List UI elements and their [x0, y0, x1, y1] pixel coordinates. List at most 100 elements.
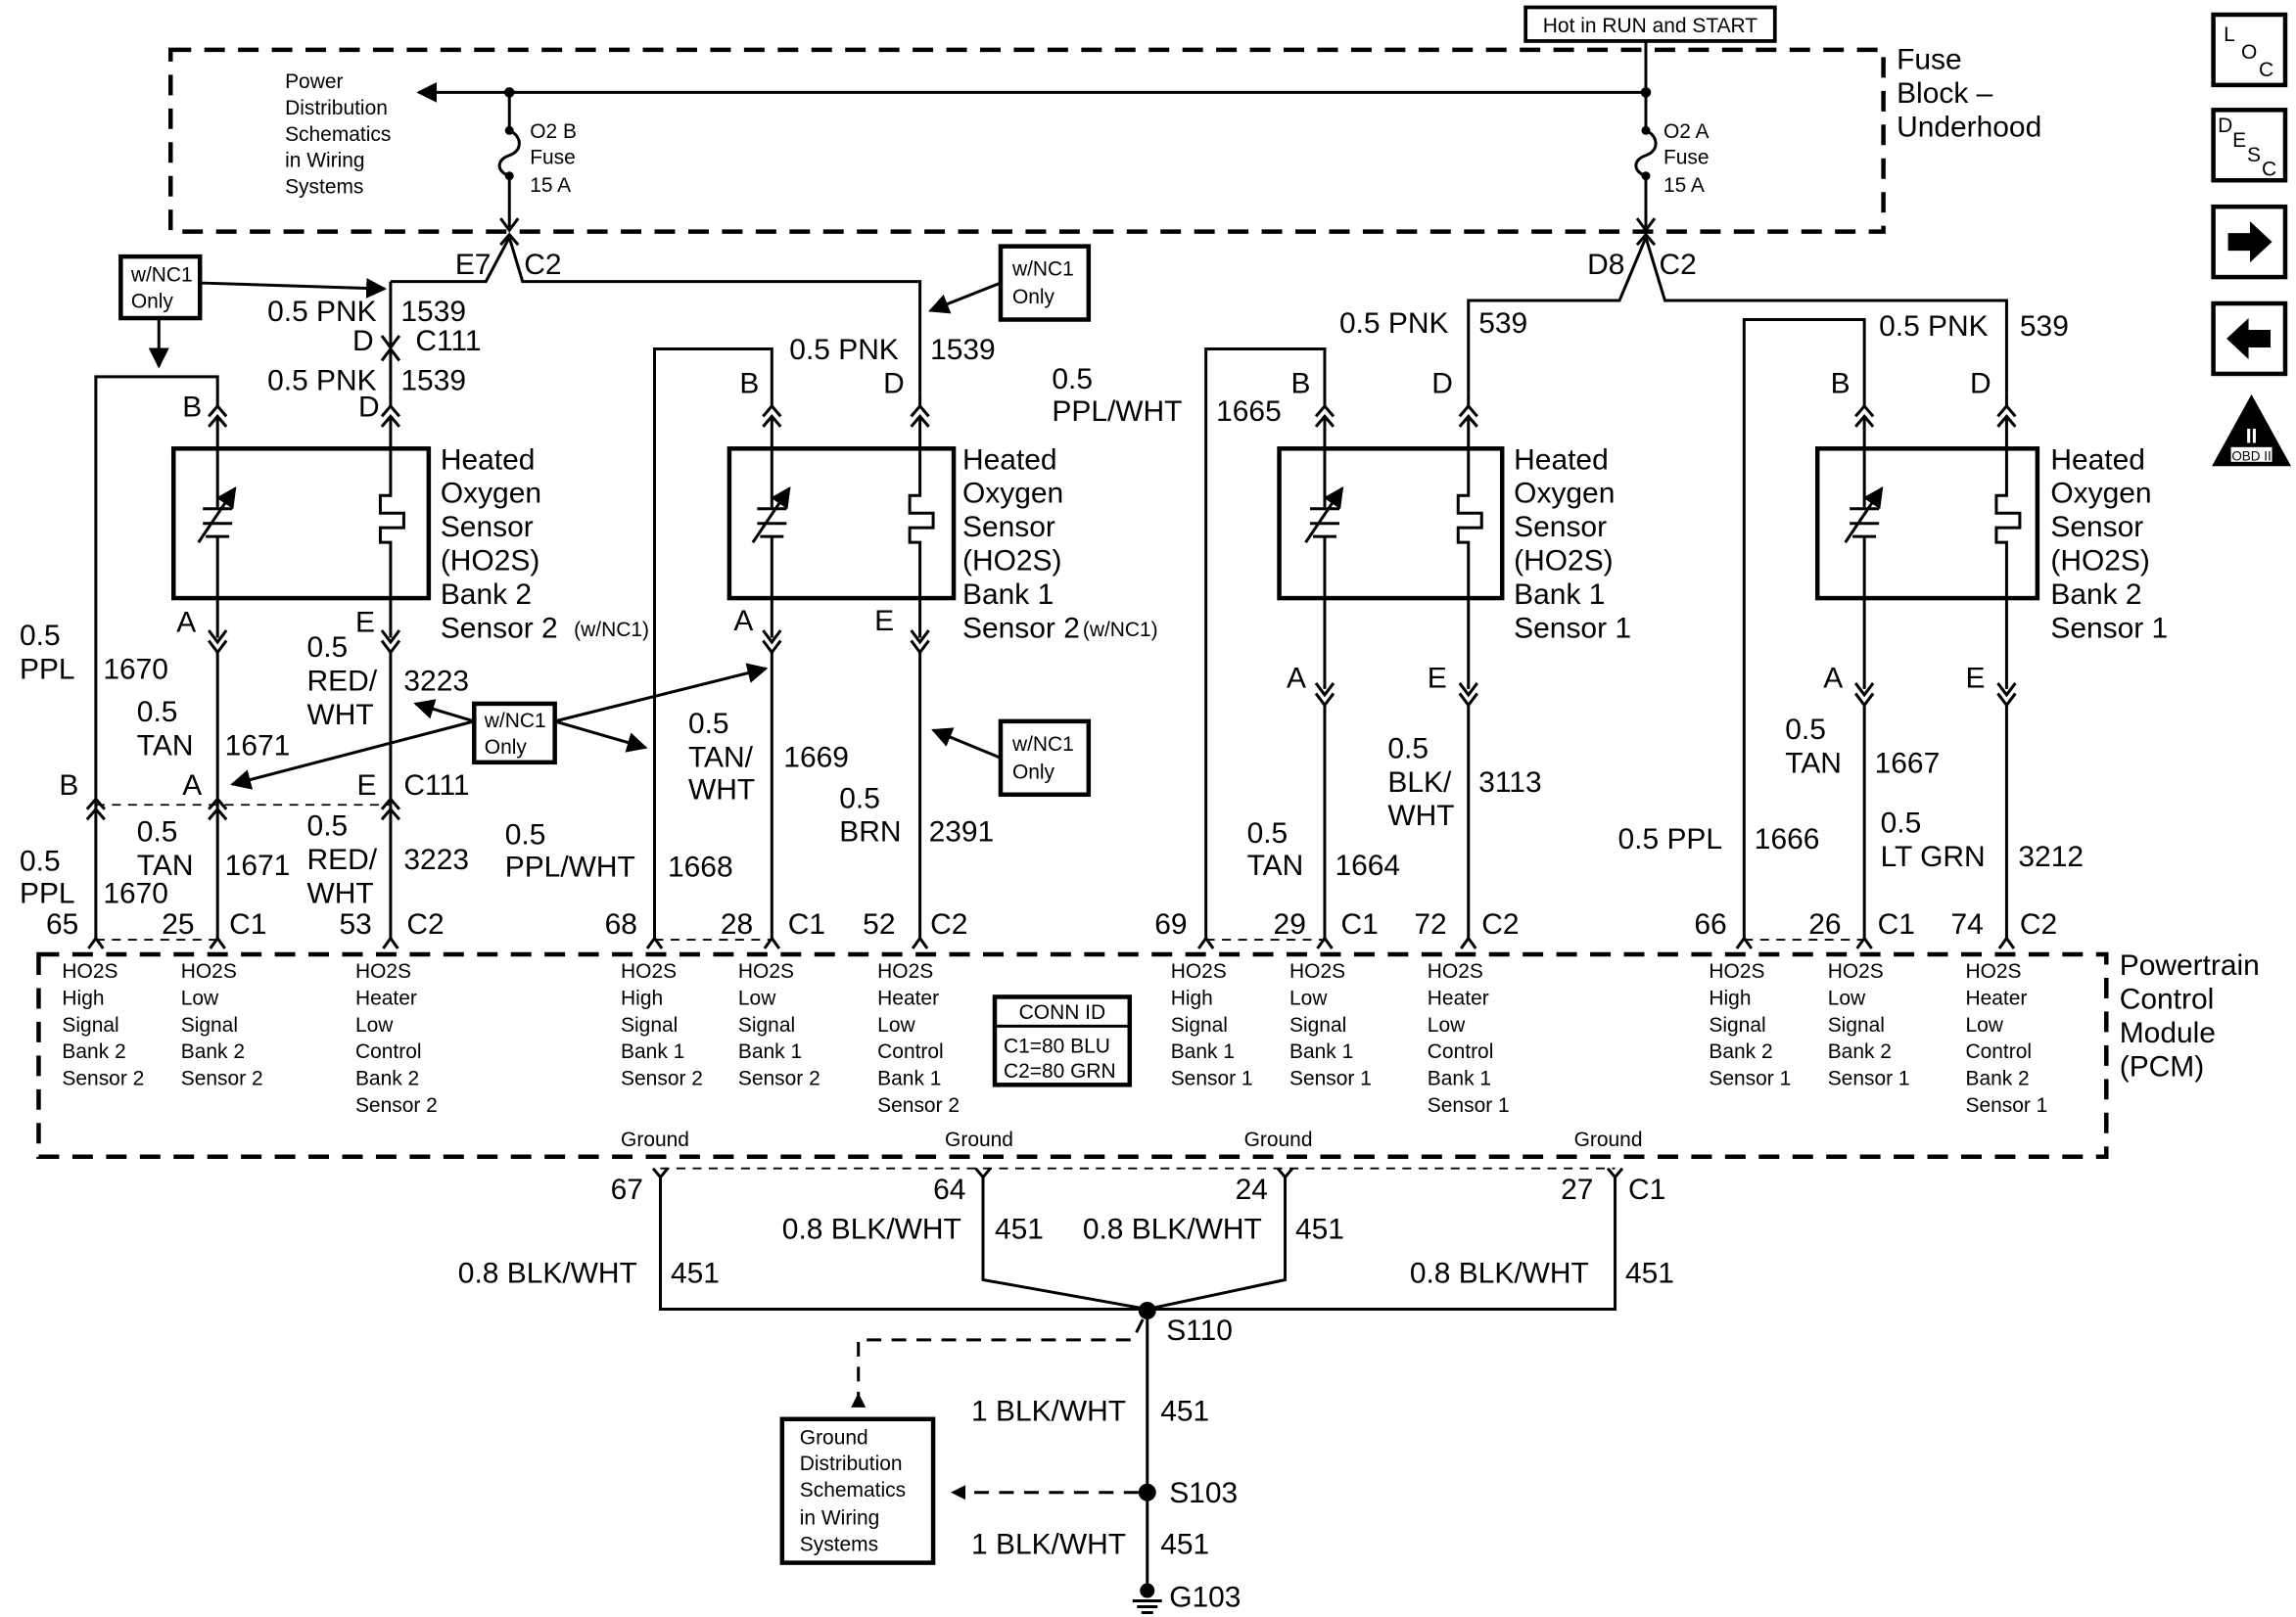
- svg-text:0.8 BLK/WHT: 0.8 BLK/WHT: [782, 1214, 961, 1246]
- svg-text:451: 451: [1160, 1529, 1209, 1561]
- svg-text:Ground: Ground: [1244, 1129, 1313, 1151]
- svg-text:C2: C2: [406, 908, 444, 941]
- pcm-label: Powertrain Control Module (PCM): [2120, 949, 2268, 1083]
- svg-text:B: B: [1291, 367, 1311, 399]
- next-page-button[interactable]: [2211, 204, 2288, 280]
- svg-text:539: 539: [1478, 307, 1527, 340]
- svg-text:C2: C2: [2020, 908, 2057, 941]
- svg-text:1664: 1664: [1335, 850, 1400, 882]
- svg-text:65: 65: [46, 908, 78, 941]
- note-wnc1-topmid: w/NC1 Only: [928, 244, 1092, 322]
- svg-text:25: 25: [162, 908, 194, 941]
- svg-text:A: A: [182, 769, 202, 802]
- pcm-function-label: HO2S Low Signal Bank 2 Sensor 2: [181, 960, 263, 1090]
- pcm-function-label: HO2S High Signal Bank 1 Sensor 2: [621, 960, 703, 1090]
- svg-text:3223: 3223: [403, 665, 469, 697]
- svg-text:D8: D8: [1587, 249, 1624, 281]
- loc-button[interactable]: L O C: [2211, 12, 2288, 88]
- svg-text:451: 451: [1625, 1258, 1674, 1290]
- wiring-schematic: Fuse Block – Underhood Hot in RUN and ST…: [20, 5, 2291, 1615]
- svg-text:0.5 PNK: 0.5 PNK: [267, 296, 377, 328]
- svg-text:0.5TAN: 0.5 TAN: [137, 696, 194, 762]
- svg-text:Heated Oxygen Sens: Heated Oxygen Sensor (HO2S) Bank 2 Senso…: [2050, 443, 2168, 644]
- svg-text:1668: 1668: [668, 852, 733, 884]
- svg-text:68: 68: [605, 908, 637, 941]
- svg-text:E: E: [2232, 129, 2246, 152]
- sensor-bank2-sensor2: 0.5 PNK 1539 D C111 0.5 PNK 1539 D B A E: [94, 281, 649, 939]
- svg-text:C1: C1: [788, 908, 825, 941]
- svg-text:D: D: [2218, 115, 2232, 137]
- fuse-block: Fuse Block – Underhood Hot in RUN and ST…: [168, 5, 2041, 234]
- svg-text:O2 AFuse15 A: O2 A Fuse 15 A: [1663, 120, 1710, 197]
- svg-text:L: L: [2224, 23, 2235, 46]
- pcm-module: Powertrain Control Module (PCM) HO2S High…: [36, 949, 2268, 1159]
- hot-label: Hot in RUN and START: [1543, 15, 1758, 37]
- heater-element-icon: [1994, 416, 2022, 689]
- previous-page-button[interactable]: [2211, 300, 2288, 377]
- svg-text:A: A: [1287, 662, 1306, 694]
- svg-text:67: 67: [611, 1174, 643, 1206]
- svg-text:0.5TAN: 0.5 TAN: [1785, 714, 1842, 779]
- svg-text:3223: 3223: [403, 844, 469, 876]
- pcm-pin-row: 65 25 C1 53 C2 68 28 C1 52 C2 69 29 C1 7…: [46, 908, 2057, 949]
- svg-text:O2 BFuse15 A: O2 B Fuse 15 A: [530, 120, 577, 197]
- svg-text:C1=80 BLU: C1=80 BLU: [1004, 1035, 1110, 1057]
- svg-text:1539: 1539: [400, 364, 466, 396]
- pcm-function-label: HO2S Low Signal Bank 1 Sensor 2: [738, 960, 820, 1090]
- svg-text:D: D: [1970, 367, 1991, 399]
- power-distribution-ref[interactable]: Power Distribution Schematics in Wiring …: [285, 70, 397, 199]
- svg-text:0.5LT GRN: 0.5 LT GRN: [1881, 808, 1986, 873]
- svg-text:(w/NC1): (w/NC1): [574, 619, 649, 641]
- svg-text:28: 28: [721, 908, 753, 941]
- svg-text:D: D: [358, 391, 380, 423]
- svg-text:w/NC1Only: w/NC1 Only: [130, 264, 193, 313]
- svg-text:C1: C1: [1878, 908, 1915, 941]
- svg-text:53: 53: [340, 908, 372, 941]
- svg-text:Ground: Ground: [945, 1129, 1013, 1151]
- svg-text:0.8 BLK/WHT: 0.8 BLK/WHT: [1083, 1214, 1262, 1246]
- svg-text:A: A: [176, 607, 196, 639]
- pcm-pin-terminal: [382, 935, 399, 949]
- svg-text:C: C: [2262, 159, 2276, 181]
- svg-text:E: E: [355, 607, 375, 639]
- pcm-function-label: HO2S Heater Low Control Bank 2 Sensor 2: [355, 960, 438, 1117]
- ground-circuit: 67 64 24 27 C1 0.8 BLK/WHT 451 0.8 BLK/W…: [458, 1167, 1674, 1615]
- svg-text:451: 451: [671, 1258, 720, 1290]
- fuse-block-label: Fuse Block – Underhood: [1897, 43, 2041, 143]
- svg-text:0.5 PNK: 0.5 PNK: [1879, 310, 1989, 343]
- ground-distribution-ref[interactable]: Ground Distribution Schematics in Wiring…: [779, 1416, 936, 1565]
- svg-text:0.5TAN: 0.5 TAN: [1247, 817, 1304, 882]
- svg-text:451: 451: [1295, 1214, 1344, 1246]
- desc-button[interactable]: D E S C: [2211, 108, 2288, 183]
- svg-text:1669: 1669: [783, 741, 849, 773]
- svg-text:0.5 PNK: 0.5 PNK: [1339, 307, 1449, 340]
- svg-text:2391: 2391: [929, 816, 995, 849]
- svg-text:64: 64: [933, 1174, 965, 1206]
- conn-id-table: CONN ID C1=80 BLU C2=80 GRN: [992, 994, 1133, 1087]
- svg-text:451: 451: [1160, 1395, 1209, 1427]
- svg-text:1671: 1671: [225, 729, 291, 762]
- svg-text:E: E: [1965, 662, 1985, 694]
- svg-text:C2=80 GRN: C2=80 GRN: [1004, 1060, 1116, 1083]
- fuse-block-boundary: [168, 47, 1886, 234]
- svg-text:3113: 3113: [1478, 766, 1541, 799]
- svg-text:1 BLK/WHT: 1 BLK/WHT: [971, 1529, 1126, 1561]
- svg-text:52: 52: [863, 908, 895, 941]
- svg-text:S: S: [2247, 144, 2261, 166]
- svg-text:0.5PPL/WHT: 0.5 PPL/WHT: [1052, 363, 1182, 428]
- pcm-function-label: HO2S Heater Low Control Bank 1 Sensor 2: [877, 960, 960, 1117]
- svg-text:0.5TAN: 0.5 TAN: [137, 816, 194, 882]
- svg-text:C2: C2: [1481, 908, 1519, 941]
- svg-text:D: D: [883, 367, 905, 399]
- heater-element-icon: [1456, 416, 1483, 689]
- svg-text:S110: S110: [1166, 1315, 1233, 1347]
- svg-text:0.5PPL: 0.5 PPL: [20, 846, 75, 910]
- svg-text:B: B: [182, 391, 202, 423]
- ground-symbol-icon: [1132, 1599, 1162, 1615]
- svg-text:C2: C2: [524, 249, 561, 281]
- svg-text:E7: E7: [455, 249, 492, 281]
- svg-text:0.5PPL: 0.5 PPL: [20, 620, 75, 685]
- svg-text:72: 72: [1414, 908, 1446, 941]
- svg-text:1 BLK/WHT: 1 BLK/WHT: [971, 1395, 1126, 1427]
- svg-text:451: 451: [995, 1214, 1044, 1246]
